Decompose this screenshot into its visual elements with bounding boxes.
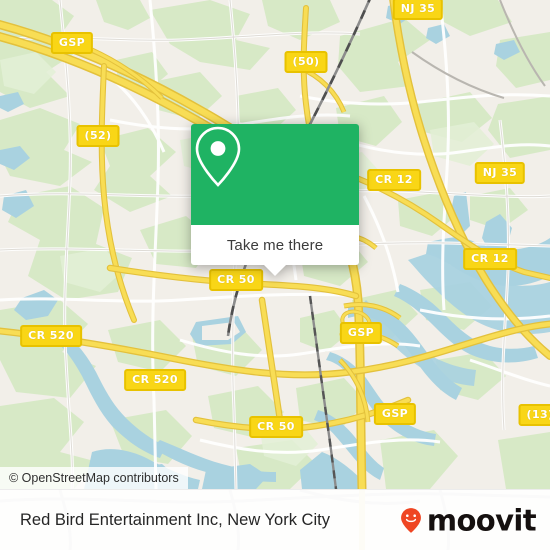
road-shield: CR 12: [367, 169, 421, 191]
popup-card-pointer: [264, 265, 286, 276]
road-shield: CR 12: [463, 248, 517, 270]
road-shield: NJ 35: [474, 162, 526, 184]
popup-card-footer[interactable]: Take me there: [191, 225, 359, 276]
take-me-there-label: Take me there: [226, 236, 324, 254]
road-shield: (50): [284, 51, 328, 73]
moovit-wordmark: moovit: [426, 503, 537, 537]
road-shield: GSP: [339, 322, 383, 344]
road-shield: GSP: [373, 403, 417, 425]
road-shield: (52): [76, 125, 120, 147]
popup-card-header: [191, 124, 359, 225]
location-popup-card[interactable]: Take me there: [191, 124, 359, 276]
page-footer: Red Bird Entertainment Inc, New York Cit…: [0, 489, 550, 550]
moovit-pin-icon: [400, 508, 421, 533]
road-shield: GSP: [50, 32, 94, 54]
map-page: GSP (52) (50) NJ 35 NJ 35 CR 12 CR 12 CR 50 CR 5…: [0, 0, 550, 550]
road-shield: NJ 35: [392, 0, 444, 20]
moovit-logo[interactable]: moovit: [398, 503, 537, 537]
road-shield: CR 520: [20, 325, 82, 347]
map-canvas[interactable]: GSP (52) (50) NJ 35 NJ 35 CR 12 CR 12 CR 50 CR 5…: [0, 0, 550, 489]
place-title: Red Bird Entertainment Inc, New York Cit…: [20, 511, 330, 529]
map-pin-icon: [195, 126, 241, 187]
map-attribution[interactable]: © OpenStreetMap contributors: [0, 467, 188, 489]
road-shield: CR 50: [249, 416, 303, 438]
road-shield: CR 50: [209, 269, 263, 291]
road-shield: CR 520: [124, 369, 186, 391]
road-shield: (13): [518, 404, 550, 426]
